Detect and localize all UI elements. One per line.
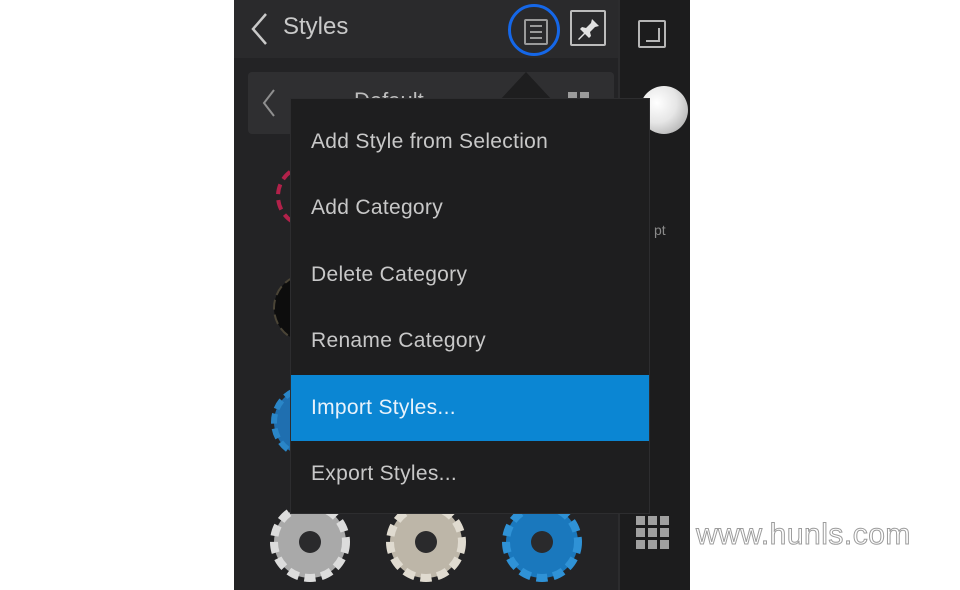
- pt-label: pt: [654, 222, 666, 238]
- menu-item-delete-category[interactable]: Delete Category: [291, 242, 649, 308]
- pushpin-icon: [578, 17, 599, 40]
- menu-item-add-category[interactable]: Add Category: [291, 175, 649, 241]
- pin-button[interactable]: [570, 10, 606, 46]
- menu-item-rename-category[interactable]: Rename Category: [291, 308, 649, 374]
- menu-button[interactable]: [508, 4, 560, 56]
- menu-item-export-styles[interactable]: Export Styles...: [291, 441, 649, 507]
- hamburger-menu-icon: [524, 19, 548, 45]
- watermark: www.hunls.com: [696, 518, 911, 552]
- grid-icon[interactable]: [636, 516, 670, 550]
- chevron-left-icon[interactable]: [250, 12, 270, 46]
- dropdown-arrow: [500, 72, 552, 100]
- expand-icon[interactable]: [638, 20, 666, 48]
- panel-title: Styles: [283, 13, 349, 40]
- styles-menu-dropdown: Add Style from Selection Add Category De…: [290, 98, 650, 514]
- menu-item-import-styles[interactable]: Import Styles...: [291, 375, 649, 441]
- panel-header: Styles: [234, 0, 618, 58]
- menu-item-add-style-from-selection[interactable]: Add Style from Selection: [291, 109, 649, 175]
- chevron-left-icon[interactable]: [262, 88, 276, 118]
